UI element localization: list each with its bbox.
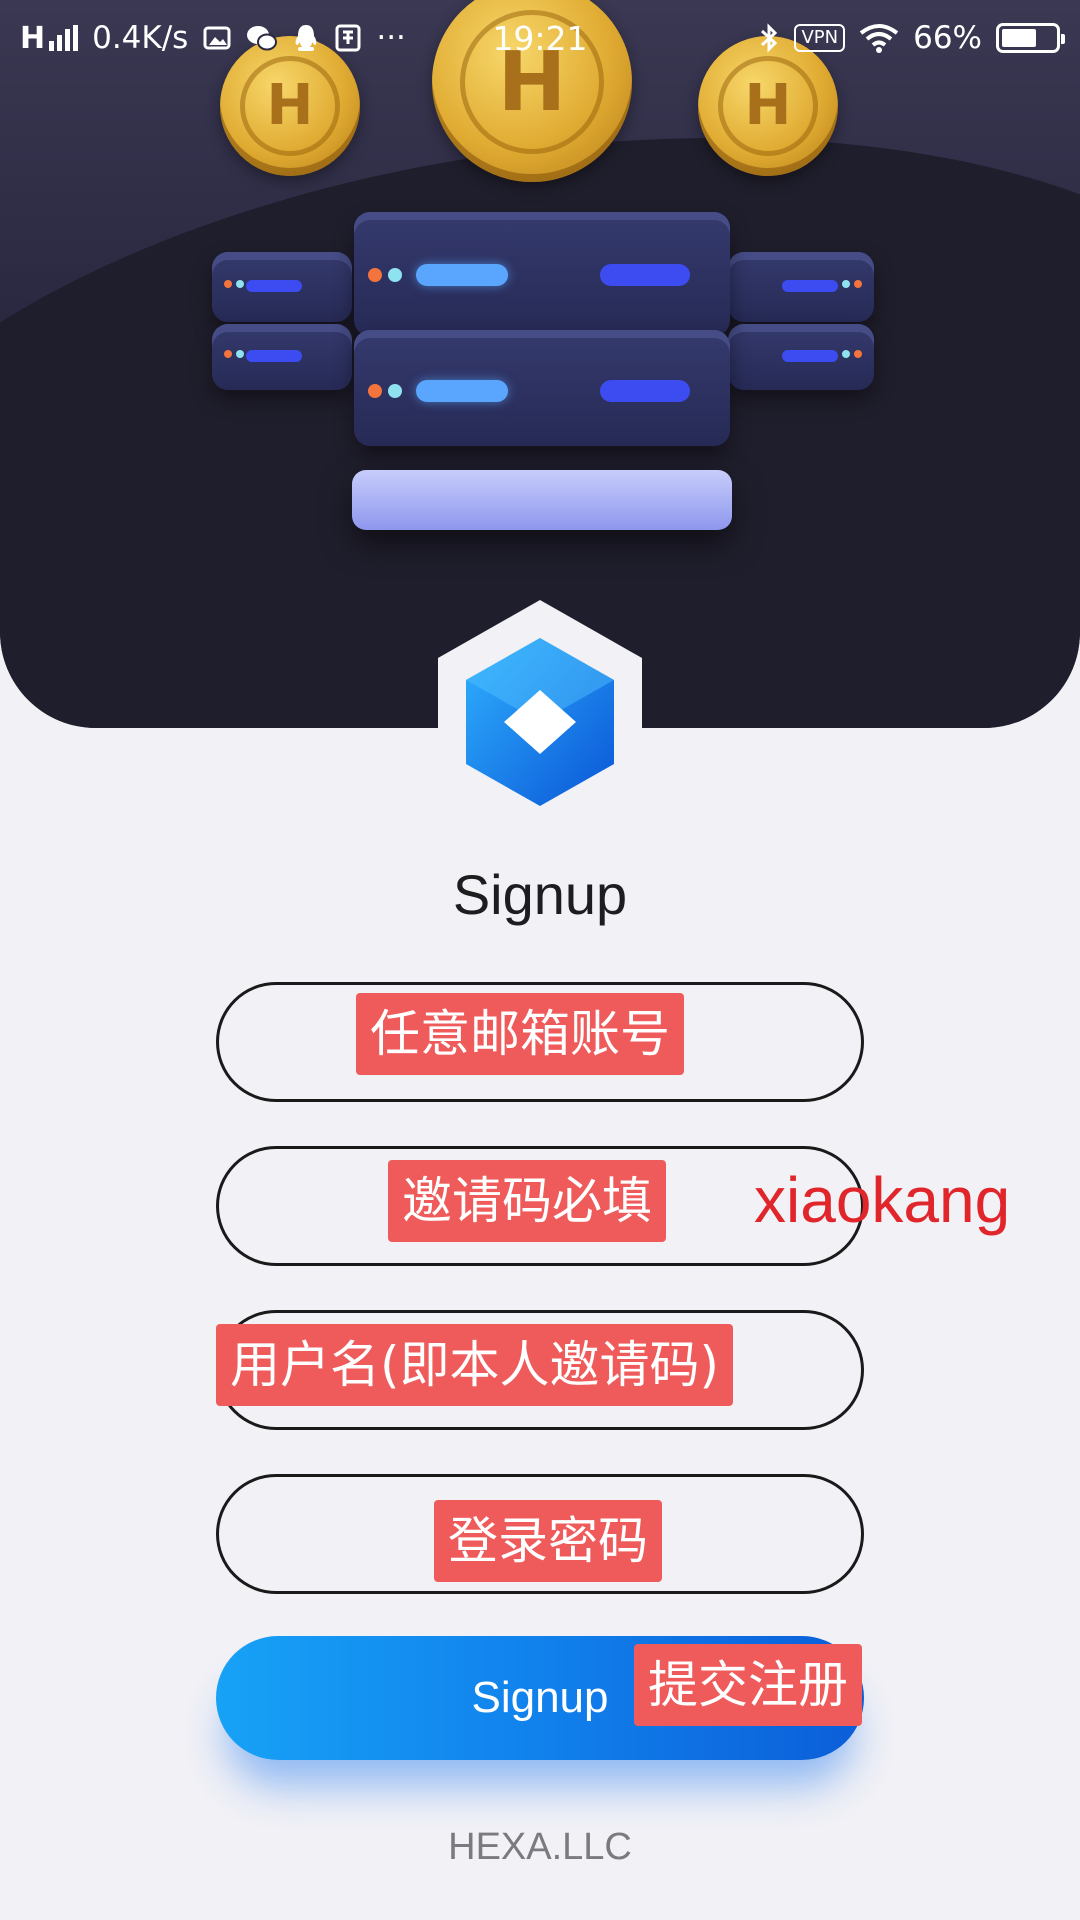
password-annotation: 登录密码	[434, 1500, 662, 1582]
server-side-right-top	[728, 252, 874, 322]
submit-annotation: 提交注册	[634, 1644, 862, 1726]
more-indicator: ···	[376, 20, 406, 56]
battery-percent: 66%	[913, 20, 982, 56]
server-pad	[352, 470, 732, 530]
server-side-left-bottom	[212, 324, 352, 390]
vpn-badge: VPN	[794, 24, 846, 52]
wifi-icon	[859, 23, 899, 53]
server-main-bottom	[354, 330, 730, 446]
qq-icon	[292, 23, 320, 53]
server-side-right-bottom	[728, 324, 874, 390]
app-logo-icon	[466, 638, 614, 806]
bluetooth-icon	[758, 22, 780, 54]
wechat-icon	[246, 23, 278, 53]
status-bar: H 0.4K/s ··· 19:21 VPN 66%	[0, 0, 1080, 76]
email-annotation: 任意邮箱账号	[356, 993, 684, 1075]
app-icon	[334, 23, 362, 53]
server-side-left-top	[212, 252, 352, 322]
username-annotation: 用户名(即本人邀请码)	[216, 1324, 734, 1406]
signal-icon: H	[20, 21, 79, 56]
screenshot-icon	[202, 23, 232, 53]
signup-button-label: Signup	[471, 1673, 609, 1722]
page-title: Signup	[452, 863, 628, 926]
network-speed: 0.4K/s	[92, 20, 189, 56]
server-main-top	[354, 212, 730, 336]
battery-icon	[996, 23, 1065, 53]
invite-code-note: xiaokang	[754, 1164, 1011, 1236]
invite-annotation: 邀请码必填	[388, 1160, 666, 1242]
footer-brand: HEXA.LLC	[448, 1826, 632, 1868]
